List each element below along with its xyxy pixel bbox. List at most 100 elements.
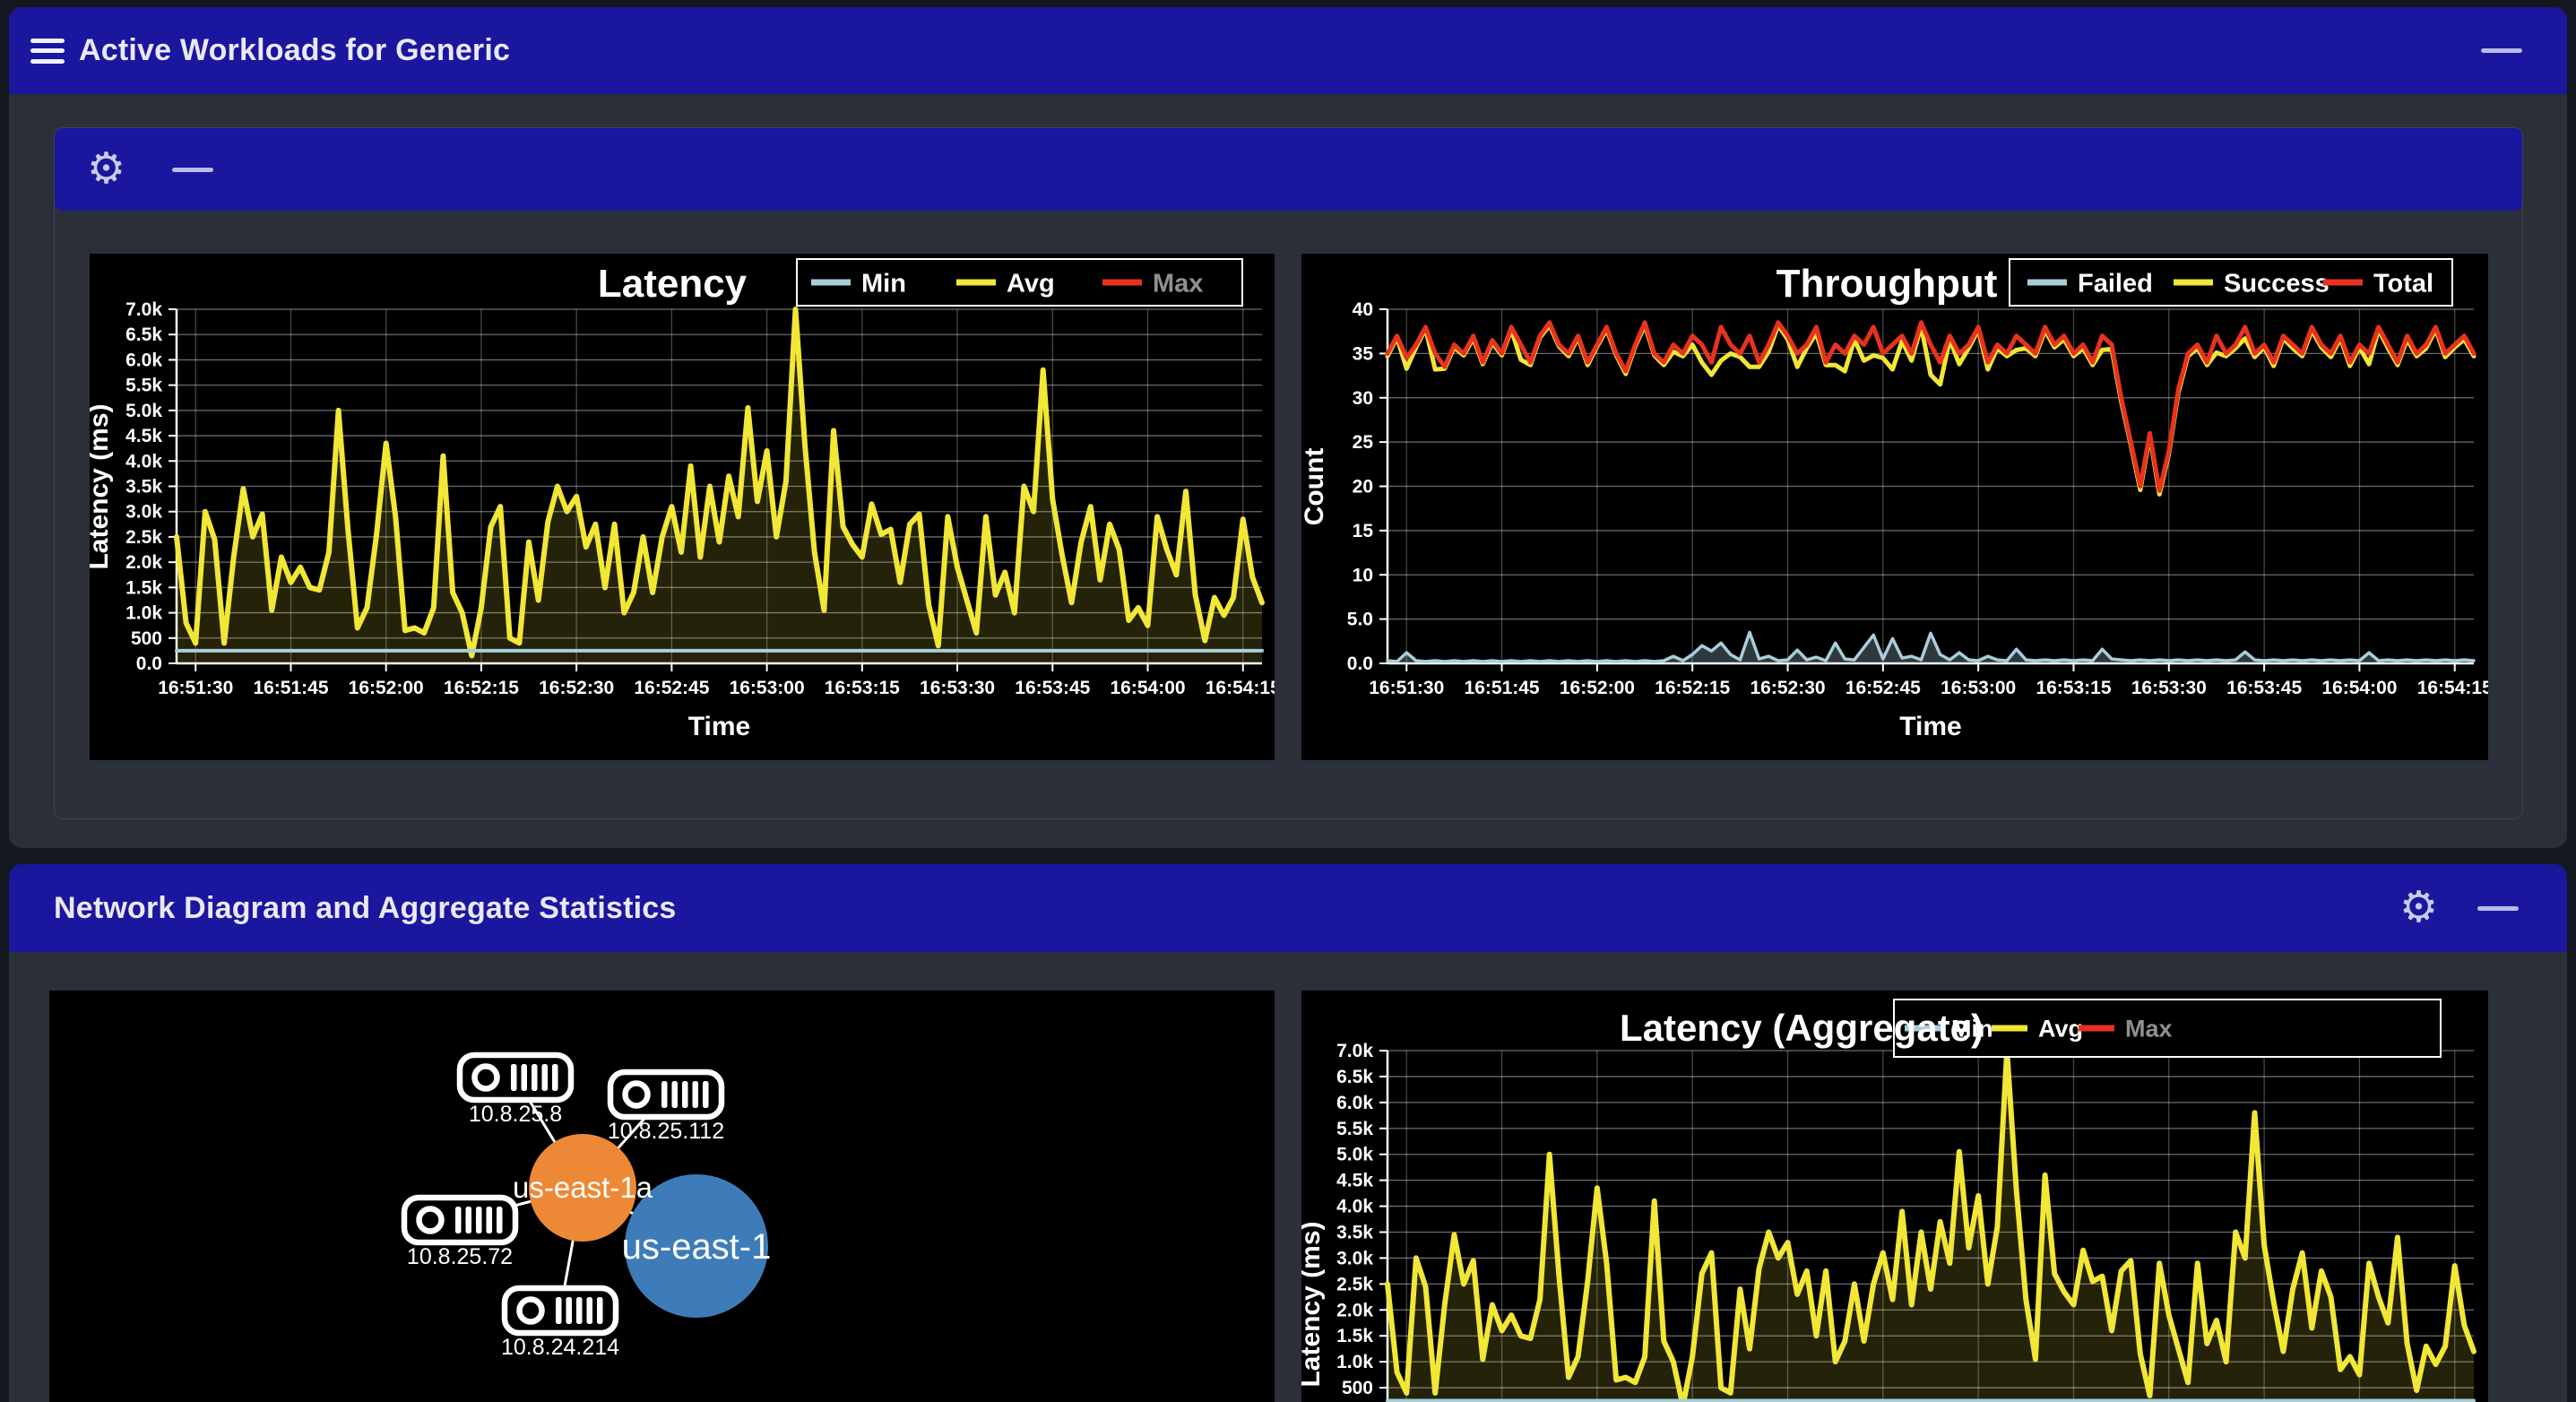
x-tick-label: 16:52:45 [1846,678,1921,698]
y-tick-label: 7.0k [1336,1041,1373,1061]
node-10.8.25.72[interactable]: 10.8.25.72 [401,1194,519,1269]
x-tick-label: 16:54:15 [2417,678,2488,698]
latency-chart[interactable]: 16:51:30 16:51:45 16:52:00 16:52:15 16:52:30… [90,254,1275,760]
gear-icon[interactable]: ⚙ [87,148,125,191]
svg-text:Failed: Failed [2078,269,2153,298]
gear-icon[interactable]: ⚙ [2399,887,2438,930]
y-tick-label: 4.5k [125,426,162,446]
svg-text:Max: Max [2125,1016,2173,1043]
x-tick-label: 16:53:45 [1015,678,1090,698]
svg-text:Max: Max [1153,269,1203,298]
network-diagram-svg: us-east-1 us-east-1a 10.8.25.8 10.8.25.112 1… [401,1052,772,1360]
x-tick-label: 16:54:00 [2321,678,2397,698]
workloads-window-title: Active Workloads for Generic [79,33,511,67]
y-tick-label: 3.5k [1336,1223,1373,1243]
y-tick-label: 6.5k [1336,1067,1373,1087]
x-tick-label: 16:51:45 [1465,678,1540,698]
chart-title: Throughput [1776,262,1998,306]
latency-aggregate-chart[interactable]: 16:51:3016:51:4516:52:0016:52:1516:52:30… [1301,991,2488,1402]
y-tick-label: 5.5k [125,376,162,396]
node-label: 10.8.25.8 [469,1102,562,1127]
y-tick-label: 4.0k [1336,1197,1373,1217]
network-stats-window: Network Diagram and Aggregate Statistics… [9,864,2567,1402]
x-tick-label: 16:53:15 [825,678,900,698]
y-tick-label: 7.0k [125,299,162,320]
x-tick-label: 16:54:15 [1206,678,1275,698]
y-tick-label: 30 [1353,388,1373,409]
y-tick-label: 2.0k [1336,1300,1373,1320]
y-tick-label: 40 [1353,299,1373,320]
node-label: us-east-1 [622,1227,772,1267]
node-label: 10.8.25.72 [407,1244,513,1269]
x-tick-label: 16:52:30 [1750,678,1825,698]
hamburger-icon[interactable] [30,38,65,64]
x-tick-label: 16:53:00 [1941,678,2016,698]
x-tick-label: 16:54:00 [1110,678,1185,698]
node-10.8.25.8[interactable]: 10.8.25.8 [456,1052,575,1127]
y-tick-label: 6.0k [125,350,162,370]
y-tick-label: 500 [1342,1378,1373,1398]
y-tick-label: 1.0k [1336,1352,1373,1372]
svg-text:Total: Total [2373,269,2433,298]
y-tick-label: 6.5k [125,325,162,345]
chart-title: Latency (Aggregate) [1620,1007,1984,1049]
x-tick-label: 16:51:45 [253,678,328,698]
y-tick-label: 25 [1353,432,1374,453]
workloads-window-header: Active Workloads for Generic [9,7,2567,94]
svg-text:Avg: Avg [1007,269,1055,298]
charts-widget-toolbar: ⚙ [55,128,2522,211]
x-tick-label: 16:52:45 [634,678,709,698]
x-tick-label: 16:52:15 [444,678,519,698]
x-tick-label: 16:53:45 [2226,678,2302,698]
network-stats-window-title: Network Diagram and Aggregate Statistics [54,890,677,925]
y-tick-label: 5.5k [1336,1119,1373,1139]
y-tick-label: 2.5k [1336,1274,1373,1294]
y-tick-label: 5.0k [125,401,162,421]
series-avg-area [1387,1051,2474,1402]
minimize-window-button[interactable] [2481,48,2522,53]
svg-text:Avg: Avg [2038,1016,2083,1043]
minimize-widget-button[interactable] [172,167,214,172]
node-label: 10.8.25.112 [608,1119,724,1144]
workloads-window: Active Workloads for Generic ⚙ 16:51:30 1… [9,7,2567,848]
series-success-line [1385,323,2477,497]
y-tick-label: 3.0k [1336,1248,1373,1268]
node-label: us-east-1a [513,1171,653,1204]
latency-aggregate-svg: 16:51:3016:51:4516:52:0016:52:1516:52:30… [1301,999,2477,1402]
y-tick-label: 5.0k [1336,1145,1373,1165]
y-tick-label: 10 [1353,565,1373,585]
y-tick-label: 1.5k [1336,1326,1373,1346]
x-tick-label: 16:52:30 [539,678,614,698]
x-axis-label: Time [1899,712,1961,741]
y-tick-label: 35 [1353,343,1374,364]
x-tick-label: 16:52:00 [1560,678,1635,698]
svg-text:Success: Success [2224,269,2330,298]
x-tick-label: 16:52:15 [1655,678,1730,698]
y-tick-label: 500 [131,628,162,649]
latency-svg: 16:51:30 16:51:45 16:52:00 16:52:15 16:52:30… [90,258,1275,741]
y-tick-label: 4.0k [125,451,162,472]
y-tick-label: 3.5k [125,477,162,498]
x-tick-label: 16:53:15 [2036,678,2111,698]
y-tick-label: 5.0 [1347,610,1373,630]
x-tick-label: 16:53:30 [2131,678,2207,698]
y-axis-label: Count [1301,448,1329,526]
throughput-chart[interactable]: 16:51:30 16:51:45 16:52:00 16:52:15 16:52:30… [1301,254,2488,760]
node-10.8.25.112[interactable]: 10.8.25.112 [607,1069,725,1144]
y-axis-label: Latency (ms) [90,403,114,569]
y-tick-label: 2.5k [125,527,162,548]
y-tick-label: 6.0k [1336,1093,1373,1113]
node-label: 10.8.24.214 [501,1335,619,1360]
y-tick-label: 15 [1353,521,1374,541]
network-stats-window-header: Network Diagram and Aggregate Statistics… [9,864,2567,952]
y-tick-label: 1.0k [125,603,162,624]
svg-text:Min: Min [861,269,906,298]
y-tick-label: 0.0 [136,653,162,674]
minimize-window-button[interactable] [2477,905,2519,911]
y-tick-label: 1.5k [125,577,162,598]
node-10.8.24.214[interactable]: 10.8.24.214 [501,1285,619,1360]
throughput-svg: 16:51:30 16:51:45 16:52:00 16:52:15 16:52:30… [1301,258,2488,741]
y-tick-label: 0.0 [1347,653,1373,674]
network-topology-diagram[interactable]: us-east-1 us-east-1a 10.8.25.8 10.8.25.112 1… [49,991,1275,1402]
x-tick-label: 16:53:30 [920,678,995,698]
